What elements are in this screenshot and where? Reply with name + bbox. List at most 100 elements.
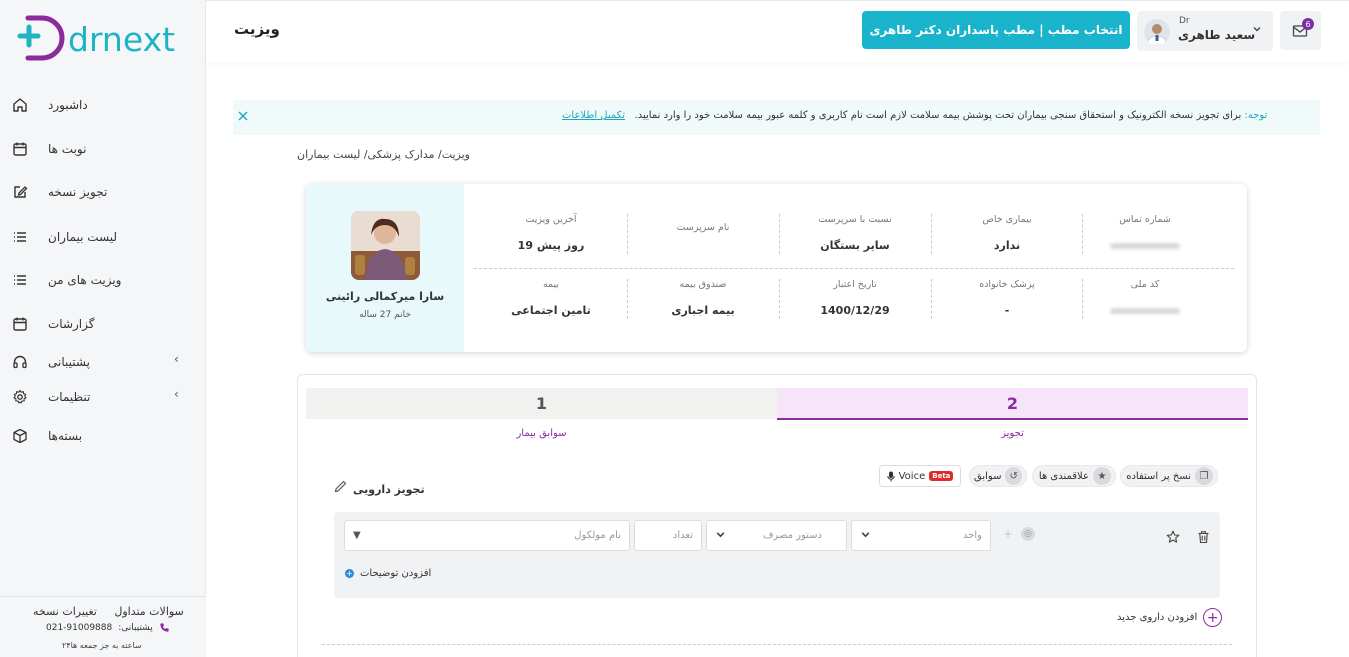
sidebar-item-label: داشبورد bbox=[48, 98, 88, 112]
sidebar-item-label: بسته‌ها bbox=[48, 429, 83, 443]
sidebar-item-support[interactable]: پشتیبانی ‹ bbox=[10, 350, 195, 374]
favorites-button[interactable]: ★ علاقمندی ها bbox=[1032, 465, 1116, 487]
divider bbox=[779, 279, 780, 319]
tab-patient-history[interactable]: 1 bbox=[306, 388, 777, 419]
chevron-down-icon bbox=[715, 529, 726, 543]
field-label: آخرین ویزیت bbox=[525, 214, 577, 225]
minus-icon[interactable]: ◎ bbox=[1021, 527, 1036, 541]
field-last-visit: آخرین ویزیت 19 روز پیش bbox=[476, 214, 626, 252]
drnext-logo[interactable]: drnext bbox=[16, 14, 196, 66]
field-expiry: تاریخ اعتبار 1400/12/29 bbox=[780, 279, 930, 317]
add-drug-button[interactable]: + افزودن داروی جدید bbox=[1117, 608, 1223, 627]
trash-icon[interactable] bbox=[1194, 528, 1212, 546]
sidebar-item-label: تجویز نسخه bbox=[48, 185, 108, 199]
unread-count-badge: 6 bbox=[1302, 18, 1314, 30]
logo-mark-icon bbox=[17, 15, 65, 61]
add-note-label: افزودن توضیحات bbox=[360, 568, 432, 579]
quantity-field[interactable]: تعداد bbox=[634, 520, 702, 551]
support-line: 021-91009888 :پشتیبانی bbox=[46, 622, 170, 633]
patient-card: شماره تماس بیماری خاص ندارد نسبت با سرپر… bbox=[306, 184, 1247, 352]
sidebar-item-label: لیست بیماران bbox=[48, 230, 118, 244]
history-button[interactable]: ↺ سوابق bbox=[969, 465, 1027, 487]
button-label: علاقمندی ها bbox=[1038, 470, 1089, 482]
changelog-link[interactable]: تغییرات نسخه bbox=[33, 605, 97, 618]
tab-label: تجویز bbox=[1001, 428, 1024, 439]
field-national-id: کد ملی bbox=[1070, 279, 1220, 317]
sidebar-item-settings[interactable]: تنظیمات ‹ bbox=[10, 385, 195, 409]
field-label: شماره تماس bbox=[1119, 214, 1171, 225]
chevron-left-icon: ‹ bbox=[174, 352, 179, 366]
divider bbox=[474, 268, 1234, 269]
button-label: سوابق bbox=[974, 470, 1002, 482]
notice-message: برای تجویز نسخه الکترونیک و استحقاق سنجی… bbox=[634, 110, 1242, 121]
breadcrumb[interactable]: ویزیت/ مدارک پزشکی/ لیست بیماران bbox=[297, 148, 470, 161]
faq-link[interactable]: سوالات متداول bbox=[114, 605, 183, 618]
field-label: تاریخ اعتبار bbox=[833, 279, 877, 290]
sidebar-item-dashboard[interactable]: داشبورد bbox=[10, 93, 195, 117]
field-label: نام سرپرست bbox=[676, 222, 730, 233]
field-value: - bbox=[1004, 304, 1010, 317]
select-office-button[interactable]: انتخاب مطب | مطب پاسداران دکتر طاهری bbox=[862, 11, 1130, 49]
user-name: سعید طاهری bbox=[1178, 28, 1256, 42]
star-icon[interactable] bbox=[1164, 528, 1182, 546]
field-value: 1400/12/29 bbox=[820, 304, 890, 317]
divider bbox=[931, 279, 932, 319]
dosage-select[interactable]: دستور مصرف bbox=[706, 520, 847, 551]
phone-icon bbox=[160, 623, 169, 632]
divider bbox=[779, 214, 780, 254]
plus-circle-icon: + bbox=[345, 568, 354, 578]
tab-label: سوابق بیمار bbox=[516, 428, 567, 439]
chevron-down-icon bbox=[1252, 24, 1262, 37]
sidebar-item-prescribe[interactable]: تجویز نسخه bbox=[10, 180, 195, 204]
unit-select[interactable]: واحد bbox=[851, 520, 991, 551]
phone-value-blurred bbox=[1070, 239, 1220, 252]
quantity-stepper[interactable]: + ◎ bbox=[1003, 525, 1047, 543]
chevron-down-icon bbox=[860, 529, 871, 543]
molecule-name-select[interactable]: نام مولکول ▼ bbox=[344, 520, 630, 551]
support-phone[interactable]: 021-91009888 bbox=[46, 623, 112, 633]
star-icon: ★ bbox=[1093, 467, 1111, 485]
frequent-prescriptions-button[interactable]: ❐ نسخ پر استفاده bbox=[1120, 465, 1218, 487]
placeholder: تعداد bbox=[672, 530, 693, 541]
field-value: بیمه اجباری bbox=[671, 304, 735, 317]
box-icon bbox=[10, 426, 30, 446]
list-icon bbox=[10, 227, 30, 247]
field-insurance-fund: صندوق بیمه بیمه اجباری bbox=[628, 279, 778, 317]
field-label: نسبت با سرپرست bbox=[818, 214, 892, 225]
close-icon[interactable] bbox=[237, 110, 251, 124]
divider bbox=[1082, 214, 1083, 254]
sidebar-item-packages[interactable]: بسته‌ها bbox=[10, 424, 195, 448]
calendar-icon bbox=[10, 314, 30, 334]
voice-button[interactable]: Voice Beta bbox=[879, 465, 961, 487]
pencil-icon[interactable] bbox=[334, 479, 350, 495]
calendar-icon bbox=[10, 139, 30, 159]
field-label: بیمه bbox=[542, 279, 560, 290]
plus-icon[interactable]: + bbox=[1003, 527, 1013, 541]
field-value: سایر بستگان bbox=[820, 239, 890, 252]
chevron-left-icon: ‹ bbox=[174, 387, 179, 401]
sidebar-item-patients[interactable]: لیست بیماران bbox=[10, 225, 195, 249]
tab-prescription[interactable]: 2 bbox=[777, 388, 1248, 420]
avatar bbox=[1144, 19, 1170, 45]
messages-button[interactable] bbox=[1280, 11, 1321, 50]
divider bbox=[1082, 279, 1083, 319]
field-phone: شماره تماس bbox=[1070, 214, 1220, 252]
sidebar-item-appointments[interactable]: نوبت ها bbox=[10, 137, 195, 161]
beta-badge: Beta bbox=[929, 471, 954, 481]
sidebar-item-my-visits[interactable]: ویزیت های من bbox=[10, 268, 195, 292]
plus-circle-icon: + bbox=[1203, 608, 1223, 627]
headset-icon bbox=[10, 352, 30, 372]
field-family-doctor: پزشک خانواده - bbox=[932, 279, 1082, 317]
add-note-button[interactable]: + افزودن توضیحات bbox=[345, 568, 431, 579]
national-id-value-blurred bbox=[1070, 304, 1220, 317]
sidebar-item-label: ویزیت های من bbox=[48, 273, 122, 287]
patient-name: سارا میرکمالی رائینی bbox=[325, 290, 445, 303]
user-title: Dr bbox=[1179, 16, 1190, 26]
complete-info-link[interactable]: تکمیل اطلاعات bbox=[562, 110, 625, 121]
list-icon bbox=[10, 270, 30, 290]
field-value: ندارد bbox=[993, 239, 1021, 252]
sidebar-item-reports[interactable]: گزارشات bbox=[10, 312, 195, 336]
notice-text: توجه: برای تجویز نسخه الکترونیک و استحقا… bbox=[562, 110, 1267, 121]
sidebar-item-label: پشتیبانی bbox=[48, 355, 90, 369]
field-insurance: بیمه تامین اجتماعی bbox=[476, 279, 626, 317]
